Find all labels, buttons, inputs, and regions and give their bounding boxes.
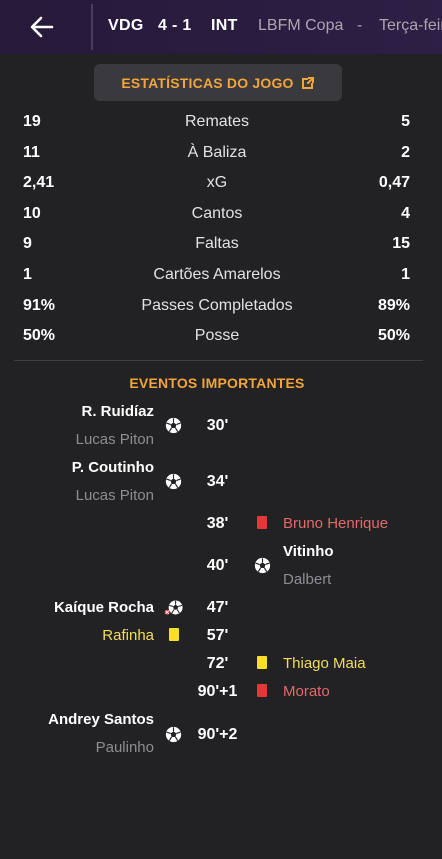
event-player[interactable]: Rafinha <box>102 627 154 644</box>
event-minute: 47' <box>206 599 229 616</box>
match-stats-label: ESTATÍSTICAS DO JOGO <box>121 74 294 91</box>
match-header: VDG 4 - 1 INT LBFM Copa - Terça-feira <box>0 0 442 54</box>
event-assist[interactable]: Lucas Piton <box>76 431 154 448</box>
yellow-card-icon <box>169 628 179 641</box>
event-player[interactable]: P. Coutinho <box>72 459 154 476</box>
section-divider <box>14 360 423 361</box>
event-player[interactable]: Bruno Henrique <box>283 515 388 532</box>
yellow-card-icon <box>257 656 267 669</box>
event-assist[interactable]: Dalbert <box>283 571 331 588</box>
stat-row-on-target: 11 À Baliza 2 <box>0 141 442 165</box>
competition-name: LBFM Copa <box>258 17 344 34</box>
event-minute: 30' <box>206 417 229 434</box>
event-player[interactable]: Vitinho <box>283 543 334 560</box>
stat-away-value: 1 <box>401 266 410 283</box>
back-button[interactable] <box>22 10 62 44</box>
stat-row-possession: 50% Posse 50% <box>0 324 442 348</box>
stat-away-value: 89% <box>377 297 410 314</box>
penalty-goal-icon <box>164 600 183 615</box>
back-arrow-icon <box>30 16 54 38</box>
red-card-icon <box>257 684 267 697</box>
stat-label: xG <box>206 174 228 191</box>
event-assist[interactable]: Paulinho <box>96 739 154 756</box>
events-title: EVENTOS IMPORTANTES <box>129 375 305 391</box>
event-minute: 38' <box>206 515 229 532</box>
event-player[interactable]: R. Ruidíaz <box>81 403 154 420</box>
stat-row-passes: 91% Passes Completados 89% <box>0 294 442 318</box>
stat-row-fouls: 9 Faltas 15 <box>0 232 442 256</box>
event-minute: 57' <box>206 627 229 644</box>
event-player[interactable]: Thiago Maia <box>283 655 366 672</box>
stat-row-xg: 2,41 xG 0,47 <box>0 171 442 195</box>
football-icon <box>165 473 182 490</box>
stat-label: Faltas <box>195 235 239 252</box>
football-icon <box>254 557 271 574</box>
event-minute: 72' <box>206 655 229 672</box>
header-divider <box>91 4 93 50</box>
stat-label: Cantos <box>191 205 243 222</box>
stat-label: Remates <box>184 113 250 130</box>
stat-row-shots: 19 Remates 5 <box>0 110 442 134</box>
event-player[interactable]: Andrey Santos <box>48 711 154 728</box>
event-minute: 90'+1 <box>197 683 238 700</box>
red-card-icon <box>257 516 267 529</box>
match-score: 4 - 1 <box>158 17 192 34</box>
away-team-code: INT <box>211 17 238 34</box>
stat-away-value: 5 <box>401 113 410 130</box>
stat-label: À Baliza <box>187 144 247 161</box>
stat-away-value: 0,47 <box>378 174 410 191</box>
football-icon <box>165 417 182 434</box>
stat-away-value: 15 <box>392 235 410 252</box>
home-team-code: VDG <box>108 17 144 34</box>
stat-row-yellow-cards: 1 Cartões Amarelos 1 <box>0 263 442 287</box>
stat-away-value: 4 <box>401 205 410 222</box>
stat-label: Passes Completados <box>141 297 293 314</box>
event-minute: 40' <box>206 557 229 574</box>
external-link-icon <box>301 76 315 89</box>
match-stats-button[interactable]: ESTATÍSTICAS DO JOGO <box>94 64 342 101</box>
event-minute: 90'+2 <box>197 726 238 743</box>
football-icon <box>165 726 182 743</box>
event-minute: 34' <box>206 473 229 490</box>
stat-row-corners: 10 Cantos 4 <box>0 202 442 226</box>
stat-label: Posse <box>194 327 240 344</box>
stat-away-value: 2 <box>401 144 410 161</box>
event-player[interactable]: Morato <box>283 683 330 700</box>
stat-label: Cartões Amarelos <box>153 266 281 283</box>
header-separator: - <box>357 17 363 34</box>
event-player[interactable]: Kaíque Rocha <box>54 599 154 616</box>
stat-away-value: 50% <box>377 327 410 344</box>
event-assist[interactable]: Lucas Piton <box>76 487 154 504</box>
match-day: Terça-feira <box>379 17 442 34</box>
